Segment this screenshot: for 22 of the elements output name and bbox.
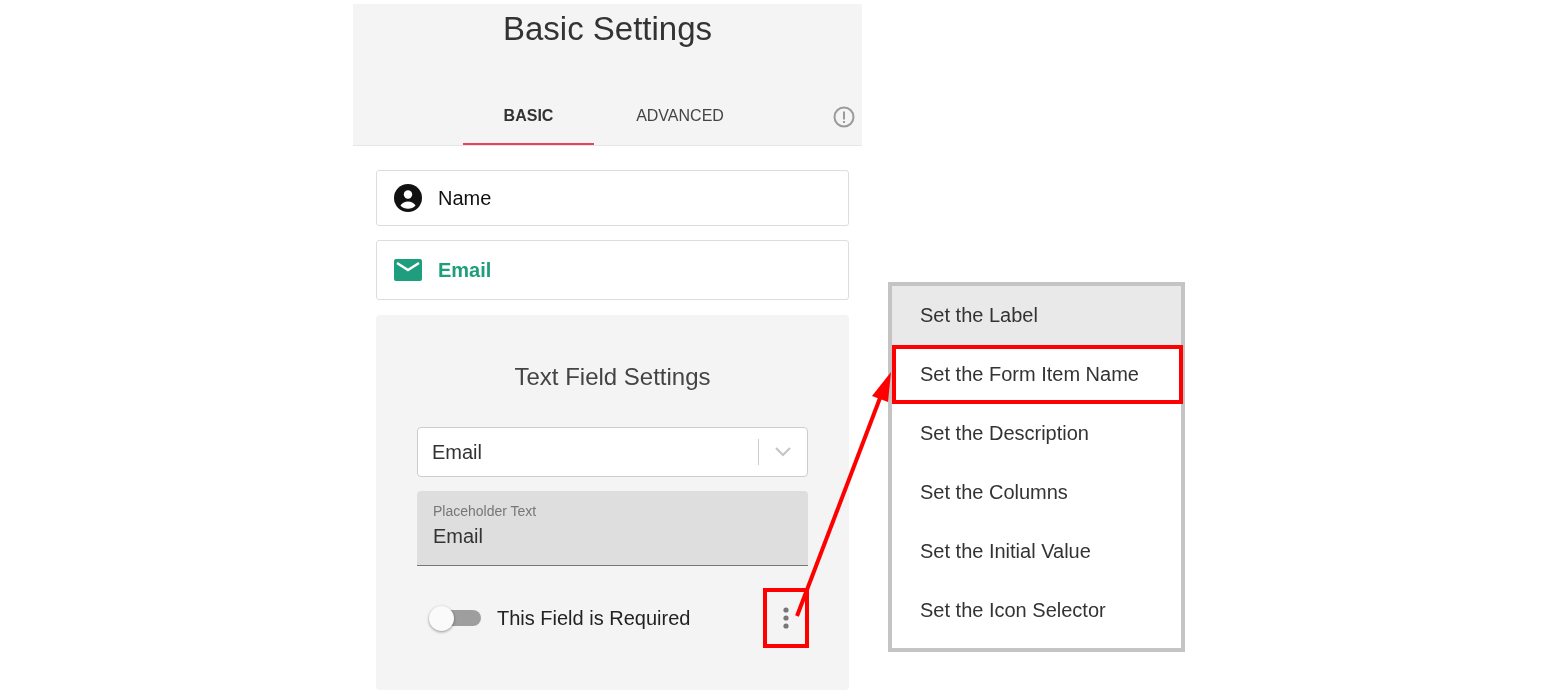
- placeholder-field[interactable]: Placeholder Text Email: [417, 491, 808, 566]
- menu-item[interactable]: Set the Form Item Name: [892, 345, 1183, 404]
- menu-item[interactable]: Set the Icon Selector: [892, 581, 1181, 640]
- mail-icon: [394, 259, 422, 281]
- person-icon: [394, 184, 422, 212]
- form-item[interactable]: Name: [376, 170, 849, 226]
- tab[interactable]: ADVANCED: [594, 86, 766, 145]
- menu-item[interactable]: Set the Columns: [892, 463, 1181, 522]
- panel-title: Basic Settings: [502, 10, 713, 48]
- field-label: Placeholder Text: [433, 503, 538, 519]
- more-button[interactable]: [763, 588, 809, 648]
- toggle-label: This Field is Required: [497, 606, 691, 630]
- chevron-down-icon: [775, 447, 791, 457]
- menu-item[interactable]: Set the Initial Value: [892, 522, 1181, 581]
- menu-item[interactable]: Set the Description: [892, 404, 1181, 463]
- tab[interactable]: BASIC: [463, 86, 594, 145]
- select-field[interactable]: Email: [417, 427, 808, 477]
- card-title: Text Field Settings: [514, 363, 711, 391]
- info-icon[interactable]: [833, 105, 855, 128]
- more-vertical-icon: [783, 607, 789, 629]
- menu-item[interactable]: Set the Label: [892, 286, 1181, 345]
- toggle-switch[interactable]: [429, 605, 481, 631]
